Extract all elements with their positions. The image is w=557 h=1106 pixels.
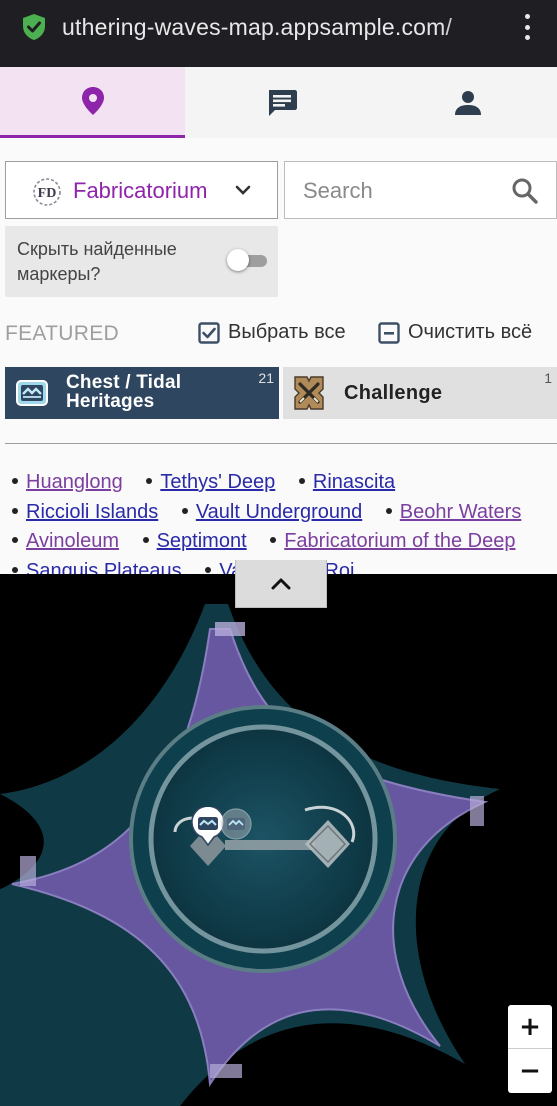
map-pin-icon: [81, 87, 104, 115]
region-link-item: Tethys' Deep: [144, 468, 275, 498]
map-view[interactable]: [0, 574, 557, 1106]
comment-icon: [268, 89, 297, 116]
category-count: 1: [544, 370, 552, 386]
map-canvas: [0, 574, 557, 1106]
hide-found-setting: Скрыть найденные маркеры?: [5, 226, 278, 297]
region-link[interactable]: Sanguis Plateaus: [26, 560, 182, 575]
clear-all-label: Очистить всё: [408, 321, 533, 343]
region-select[interactable]: FD Fabricatorium: [5, 161, 278, 219]
region-link-item: Avinoleum: [10, 527, 119, 557]
filter-panel: FD Fabricatorium Скрыть найденные маркер…: [0, 138, 557, 574]
top-tab-bar: [0, 67, 557, 138]
region-link-item: Riccioli Islands: [10, 498, 158, 528]
url-text[interactable]: uthering-waves-map.appsample.com/: [62, 14, 502, 41]
tab-map[interactable]: [0, 67, 185, 138]
region-label: Fabricatorium: [73, 178, 208, 203]
region-link-item: Rinascita: [297, 468, 395, 498]
clear-all-button[interactable]: Очистить всё: [378, 321, 532, 344]
region-link[interactable]: Vault Underground: [196, 501, 362, 523]
region-link-item: Huanglong: [10, 468, 123, 498]
region-link[interactable]: Fabricatorium of the Deep: [284, 530, 515, 552]
region-link[interactable]: Tethys' Deep: [160, 471, 275, 493]
crossed-swords-icon: [294, 376, 324, 410]
region-link-item: Septimont: [141, 527, 247, 557]
checkbox-checked-icon: [198, 321, 220, 344]
region-link-item: Beohr Waters: [384, 498, 522, 528]
zoom-out-button[interactable]: −: [508, 1049, 552, 1093]
region-link[interactable]: Avinoleum: [26, 530, 119, 552]
select-all-label: Выбрать все: [228, 321, 346, 343]
collapse-panel-button[interactable]: [235, 560, 327, 608]
region-link-item: Vault Underground: [180, 498, 362, 528]
region-link[interactable]: Beohr Waters: [400, 501, 522, 523]
zoom-control: + −: [508, 1005, 552, 1093]
shield-check-icon: [23, 14, 45, 40]
category-count: 21: [258, 370, 274, 386]
region-link-item: Fabricatorium of the Deep: [268, 527, 515, 557]
chevron-down-icon: [235, 185, 251, 195]
browser-address-bar[interactable]: uthering-waves-map.appsample.com/: [0, 0, 557, 67]
url-fade: [440, 10, 502, 50]
region-link[interactable]: Septimont: [157, 530, 247, 552]
tab-profile[interactable]: [378, 67, 557, 138]
chest-marker-faded-icon[interactable]: [220, 808, 252, 840]
hide-found-toggle[interactable]: [227, 249, 269, 271]
kebab-menu-icon[interactable]: [516, 11, 538, 43]
region-link[interactable]: Rinascita: [313, 471, 395, 493]
category-challenge[interactable]: Challenge 1: [283, 367, 557, 419]
region-links: Huanglong Tethys' Deep Rinascita Ricciol…: [10, 468, 555, 574]
region-link[interactable]: Huanglong: [26, 471, 123, 493]
divider: [5, 443, 557, 444]
hide-found-label: Скрыть найденные маркеры?: [17, 239, 177, 284]
chest-icon: [16, 380, 48, 406]
checkbox-minus-icon: [378, 321, 400, 344]
fabricatorium-logo-icon: FD: [33, 178, 61, 206]
chevron-up-icon: [271, 578, 291, 589]
user-icon: [454, 90, 481, 115]
search-box[interactable]: [284, 161, 557, 219]
tab-comments[interactable]: [185, 67, 378, 138]
category-label: Chest / Tidal Heritages: [66, 372, 182, 412]
search-input[interactable]: [303, 176, 503, 206]
zoom-in-button[interactable]: +: [508, 1005, 552, 1049]
region-link-item: Sanguis Plateaus: [10, 557, 182, 575]
featured-heading: FEATURED: [5, 322, 120, 345]
category-label: Challenge: [344, 382, 443, 404]
select-all-button[interactable]: Выбрать все: [198, 321, 346, 344]
svg-text:FD: FD: [38, 186, 57, 201]
search-icon[interactable]: [511, 177, 539, 205]
region-link[interactable]: Riccioli Islands: [26, 501, 158, 523]
category-chest[interactable]: Chest / Tidal Heritages 21: [5, 367, 279, 419]
